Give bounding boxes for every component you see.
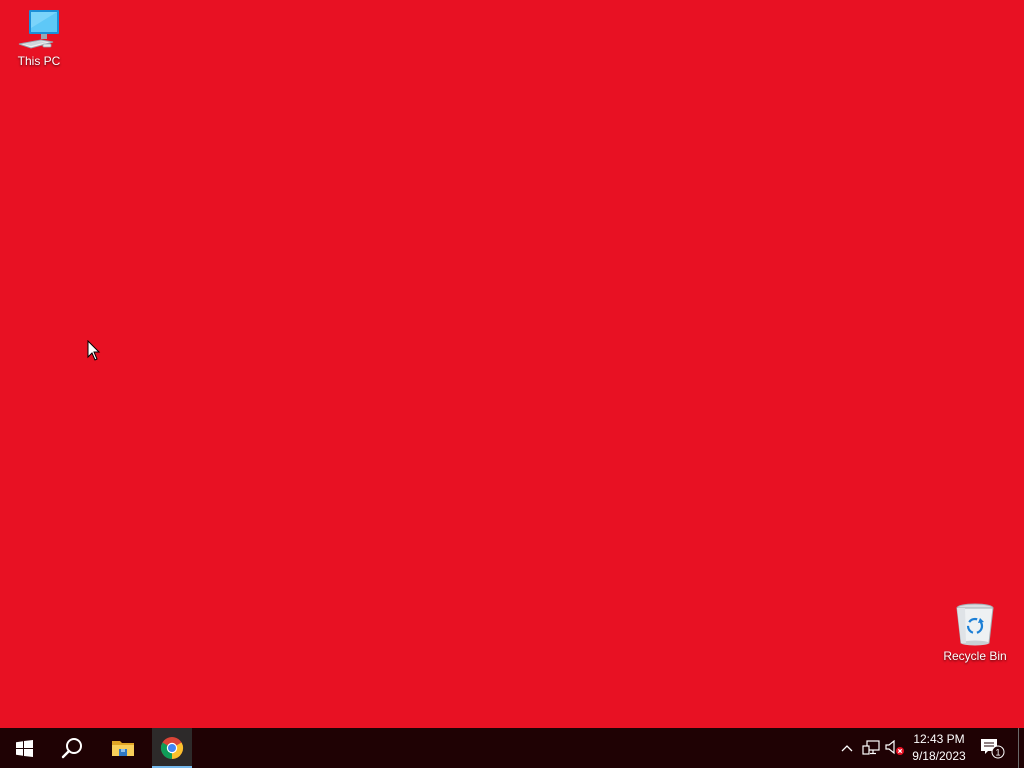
mouse-pointer-icon [87,340,101,361]
action-center-button[interactable]: 1 [974,728,1010,768]
notification-count: 1 [995,748,1000,758]
notification-icon: 1 [981,739,1005,759]
network-icon [862,740,880,755]
desktop-icon-label: This PC [17,54,61,68]
desktop-icon-recycle-bin[interactable]: Recycle Bin [938,601,1012,663]
desktop-background[interactable]: This PC Recycle Bin [0,0,1024,728]
file-explorer-button[interactable] [100,728,146,768]
volume-button[interactable] [883,728,907,768]
search-button[interactable] [48,728,96,768]
taskbar: 12:43 PM 9/18/2023 1 [0,728,1024,768]
chevron-up-icon [841,745,853,752]
desktop-icon-label: Recycle Bin [943,649,1007,663]
clock-time: 12:43 PM [913,732,965,746]
show-hidden-icons-button[interactable] [836,728,858,768]
desktop-icon-this-pc[interactable]: This PC [2,8,76,68]
show-desktop-button[interactable] [1018,728,1019,768]
network-button[interactable] [860,728,882,768]
start-button[interactable] [0,728,48,768]
windows-logo-icon [15,739,33,757]
chrome-icon [160,737,184,759]
folder-icon [112,741,134,756]
recycle-bin-icon [956,603,994,646]
volume-muted-icon [885,740,904,755]
clock[interactable]: 12:43 PM 9/18/2023 [906,728,972,768]
clock-date: 9/18/2023 [912,749,966,763]
computer-icon [18,10,59,49]
search-icon [61,738,82,759]
chrome-button[interactable] [152,728,192,768]
